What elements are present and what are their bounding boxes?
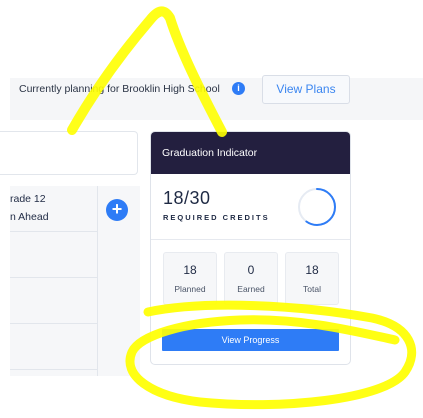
- grid-row-divider: [10, 231, 97, 232]
- stat-value: 18: [183, 263, 197, 277]
- grade-column-header: rade 12 n Ahead: [10, 190, 49, 226]
- view-progress-button[interactable]: View Progress: [162, 329, 339, 351]
- required-credits-label: REQUIRED CREDITS: [163, 213, 270, 222]
- view-plans-button[interactable]: View Plans: [262, 75, 350, 104]
- graduation-indicator-card: Graduation Indicator 18/30 REQUIRED CRED…: [150, 131, 351, 365]
- grade-subtitle: n Ahead: [10, 211, 49, 223]
- card-divider: [151, 239, 350, 240]
- grid-divider: [97, 186, 98, 376]
- stat-value: 0: [247, 263, 255, 277]
- earned-stat: 0 Earned: [224, 252, 278, 305]
- stat-value: 18: [305, 263, 319, 277]
- plus-circle-icon[interactable]: +: [106, 199, 128, 221]
- required-credits-value: 18/30: [163, 188, 211, 208]
- info-icon[interactable]: i: [232, 82, 245, 95]
- grid-row-divider: [10, 323, 97, 324]
- grade-title: rade 12: [10, 193, 46, 205]
- stat-label: Planned: [174, 284, 206, 294]
- grid-row-divider: [10, 277, 97, 278]
- credit-progress-ring: [298, 188, 336, 226]
- total-stat: 18 Total: [285, 252, 339, 305]
- planned-stat: 18 Planned: [163, 252, 217, 305]
- stat-label: Earned: [237, 284, 265, 294]
- stat-label: Total: [303, 284, 321, 294]
- grid-row-divider: [10, 369, 97, 370]
- search-card[interactable]: [0, 131, 138, 175]
- graduation-indicator-title: Graduation Indicator: [151, 132, 350, 174]
- planning-status-text: Currently planning for Brooklin High Sch…: [19, 83, 220, 95]
